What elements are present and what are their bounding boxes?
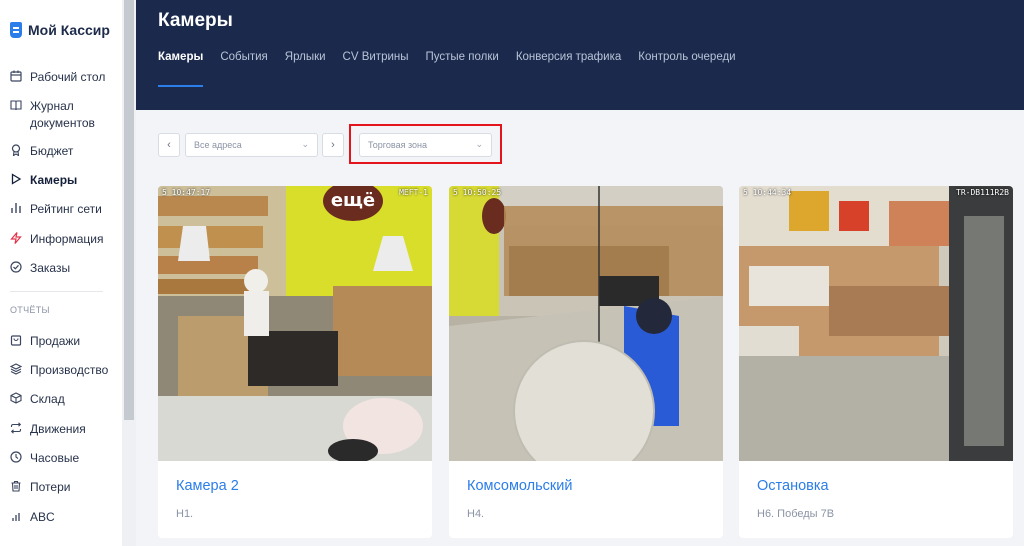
tab-cameras[interactable]: Камеры [158,51,204,87]
receipt-icon [10,22,22,38]
address-select-placeholder: Все адреса [194,140,242,150]
sidebar-item-losses[interactable]: Потери [10,479,118,496]
next-button[interactable]: › [322,133,344,157]
tab-events[interactable]: События [220,51,267,87]
sidebar-item-abc[interactable]: ABC [10,509,118,526]
camera-name[interactable]: Остановка [757,478,829,494]
tab-labels[interactable]: Ярлыки [285,51,326,87]
camera-timestamp: 5 10:50:25 [453,188,502,197]
sidebar-divider [10,291,103,292]
page-header: Камеры Камеры События Ярлыки CV Витрины … [136,0,1024,110]
check-circle-icon [10,261,22,273]
bag-icon [10,334,22,346]
book-icon [10,99,22,111]
tab-traffic-conversion[interactable]: Конверсия трафика [516,51,621,87]
layers-icon [10,363,22,375]
brand-name: Мой Кассир [28,22,110,38]
chevron-left-icon: ‹ [167,139,171,151]
camera-snapshot[interactable]: 5 10:50:25 [449,186,723,461]
page-title: Камеры [158,10,233,31]
box-icon [10,392,22,404]
bar-chart-icon [10,202,22,214]
sidebar-section-reports: ОТЧЁТЫ [10,305,50,315]
sidebar-item-desktop[interactable]: Рабочий стол [10,69,118,86]
sidebar-item-cameras[interactable]: Камеры [10,172,118,189]
camera-address: Н6. Победы 7В [757,508,835,520]
svg-text:ещё: ещё [331,190,375,211]
sidebar-item-rating[interactable]: Рейтинг сети [10,201,118,218]
trash-icon [10,480,22,492]
sidebar-item-documents[interactable]: Журнал документов [10,98,118,132]
sidebar-item-movements[interactable]: Движения [10,421,118,438]
camera-overlay-label: TR-DB111R2B [956,188,1009,197]
bar-chart-small-icon [10,510,22,522]
sidebar-item-info[interactable]: Информация [10,231,118,248]
calendar-icon [10,70,22,82]
camera-overlay-label: MEFT-1 [399,188,428,197]
sidebar-item-sales[interactable]: Продажи [10,333,118,350]
highlight-annotation [349,124,502,164]
tab-bar: Камеры События Ярлыки CV Витрины Пустые … [158,51,736,87]
camera-name[interactable]: Камера 2 [176,478,239,494]
camera-address: Н1. [176,508,194,520]
play-icon [10,173,22,185]
sidebar-item-production[interactable]: Производство [10,362,118,379]
camera-card[interactable]: 5 10:44:34 TR-DB111R2B Остановка Н6. Поб… [739,186,1013,538]
camera-timestamp: 5 10:44:34 [743,188,792,197]
tab-empty-shelves[interactable]: Пустые полки [426,51,499,87]
camera-timestamp: 5 10:47:17 [162,188,211,197]
brand-logo[interactable]: Мой Кассир [10,22,110,38]
sidebar: Мой Кассир Рабочий стол Журнал документо… [0,0,122,546]
prev-button[interactable]: ‹ [158,133,180,157]
camera-address: Н4. [467,508,485,520]
clock-icon [10,451,22,463]
award-icon [10,144,22,156]
tab-queue-control[interactable]: Контроль очереди [638,51,735,87]
tab-cv-showcases[interactable]: CV Витрины [343,51,409,87]
camera-snapshot[interactable]: 5 10:44:34 TR-DB111R2B [739,186,1013,461]
chevron-down-icon: ⌄ [301,139,309,149]
camera-name[interactable]: Комсомольский [467,478,572,494]
sidebar-item-budget[interactable]: Бюджет [10,143,118,160]
sidebar-item-orders[interactable]: Заказы [10,260,118,277]
sidebar-scrollbar[interactable] [122,0,136,546]
repeat-icon [10,422,22,434]
camera-snapshot[interactable]: ещё 5 10:47:17 MEFT-1 [158,186,432,461]
sidebar-item-warehouse[interactable]: Склад [10,391,118,408]
address-select[interactable]: Все адреса ⌄ [185,133,318,157]
camera-card[interactable]: ещё 5 10:47:17 MEFT-1 Камера 2 Н1. [158,186,432,538]
sidebar-item-hourly[interactable]: Часовые [10,450,118,467]
scrollbar-thumb[interactable] [124,0,134,420]
chevron-right-icon: › [331,139,335,151]
lightning-icon [10,232,22,244]
camera-card[interactable]: 5 10:50:25 Комсомольский Н4. [449,186,723,538]
